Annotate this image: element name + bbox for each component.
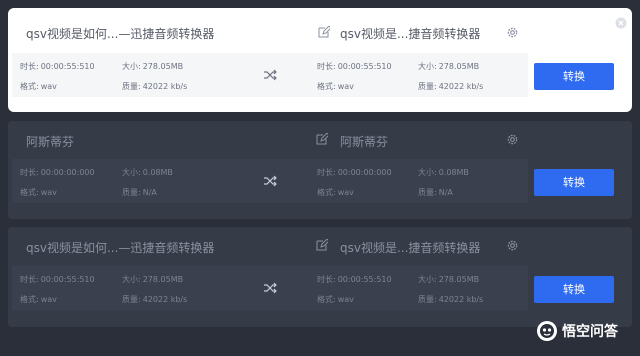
source-size: 大小: 278.05MB	[122, 62, 184, 71]
convert-button[interactable]: 转换	[534, 276, 614, 303]
file-info-panel: 时长: 00:00:55:510 大小: 278.05MB 格式: wav 质量: 42…	[12, 53, 528, 97]
source-duration: 时长: 00:00:55:510	[20, 62, 95, 71]
file-info-panel: 时长: 00:00:00:000 大小: 0.08MB 格式: wav 质量: N/A …	[12, 159, 528, 203]
source-format: 格式: wav	[20, 82, 57, 91]
source-format: 格式: wav	[20, 295, 57, 304]
shuffle-icon	[264, 175, 277, 187]
output-quality: 质量: N/A	[418, 188, 453, 197]
source-quality: 质量: 42022 kb/s	[122, 82, 188, 91]
shuffle-icon	[264, 282, 277, 294]
edit-icon[interactable]	[316, 239, 328, 251]
convert-button[interactable]: 转换	[534, 63, 614, 90]
output-file-name[interactable]: qsv视频是...捷音频转换器	[340, 239, 480, 256]
watermark: 悟空问答	[536, 318, 618, 344]
output-format: 格式: wav	[317, 82, 354, 91]
output-duration: 时长: 00:00:00:000	[317, 168, 392, 177]
source-size: 大小: 0.08MB	[122, 168, 173, 177]
conversion-item-1[interactable]: qsv视频是如何...—迅捷音频转换器 qsv视频是...捷音频转换器 时长: 0…	[8, 8, 632, 112]
edit-icon[interactable]	[318, 26, 330, 38]
gear-icon[interactable]	[506, 239, 519, 252]
close-icon[interactable]	[615, 17, 627, 29]
watermark-text: 悟空问答	[562, 324, 618, 340]
source-duration: 时长: 00:00:00:000	[20, 168, 95, 177]
output-duration: 时长: 00:00:55:510	[317, 62, 392, 71]
output-quality: 质量: 42022 kb/s	[418, 295, 484, 304]
conversion-item-3[interactable]: qsv视频是如何...—迅捷音频转换器 qsv视频是...捷音频转换器 时长: 0…	[8, 227, 632, 327]
file-info-panel: 时长: 00:00:55:510 大小: 278.05MB 格式: wav 质量: 42…	[12, 266, 528, 310]
shuffle-icon	[264, 69, 277, 81]
output-format: 格式: wav	[317, 188, 354, 197]
convert-button[interactable]: 转换	[534, 169, 614, 196]
source-file-name: qsv视频是如何...—迅捷音频转换器	[26, 27, 215, 41]
output-file-name[interactable]: qsv视频是...捷音频转换器	[340, 25, 480, 42]
output-duration: 时长: 00:00:55:510	[317, 275, 392, 284]
gear-icon[interactable]	[506, 133, 519, 146]
output-size: 大小: 0.08MB	[418, 168, 469, 177]
conversion-item-2[interactable]: 阿斯蒂芬 阿斯蒂芬 时长: 00:00:00:000 大小: 0.08MB 格式: w…	[8, 121, 632, 219]
output-quality: 质量: 42022 kb/s	[418, 82, 484, 91]
source-size: 大小: 278.05MB	[122, 275, 184, 284]
source-duration: 时长: 00:00:55:510	[20, 275, 95, 284]
output-size: 大小: 278.05MB	[418, 62, 480, 71]
output-size: 大小: 278.05MB	[418, 275, 480, 284]
wukong-logo-icon	[537, 321, 557, 341]
source-file-name: 阿斯蒂芬	[26, 135, 75, 149]
edit-icon[interactable]	[316, 133, 328, 145]
source-quality: 质量: N/A	[122, 188, 157, 197]
output-file-name[interactable]: 阿斯蒂芬	[340, 133, 388, 150]
output-format: 格式: wav	[317, 295, 354, 304]
source-format: 格式: wav	[20, 188, 57, 197]
source-file-name: qsv视频是如何...—迅捷音频转换器	[26, 241, 215, 255]
source-quality: 质量: 42022 kb/s	[122, 295, 188, 304]
gear-icon[interactable]	[506, 26, 519, 39]
